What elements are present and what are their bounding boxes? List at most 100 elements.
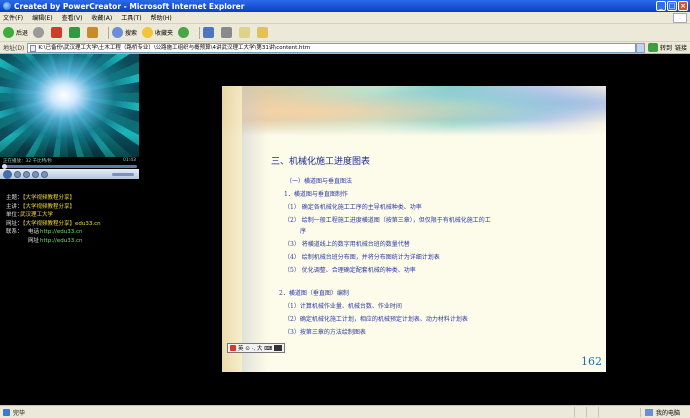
info-key: 主题： [6, 195, 23, 201]
slide-line: 2．横道图（垂直图）编制 [279, 290, 349, 297]
edit-icon [239, 27, 251, 38]
previous-button[interactable] [23, 170, 30, 178]
player-status-text: 正在播放：32 千比特/秒 [3, 158, 53, 164]
info-spacer [20, 228, 28, 237]
ime-text: 英 ⊙ ·, 大 ⌨ [238, 346, 273, 352]
print-button[interactable] [221, 26, 234, 40]
slide-line: （2）确定机械化施工计划，相应的机械预定计划表、动力材料计划表 [284, 316, 468, 323]
slide-page-number: 162 [581, 355, 602, 368]
forward-button[interactable] [33, 26, 46, 40]
address-label: 地址(D) [3, 45, 25, 52]
slide-line: （1） 确定各机械化施工工序的主导机械种类、功率 [284, 204, 422, 211]
folder-button[interactable] [257, 26, 270, 40]
course-info: 主题： 【大学视频教程分享】 主讲： 【大学视频教程分享】 单位： 武汉理工大学… [6, 194, 101, 245]
play-pause-button[interactable] [3, 169, 12, 179]
player-status: 正在播放：32 千比特/秒 01:43 [0, 157, 139, 164]
info-value: 武汉理工大学 [20, 212, 54, 218]
video-panel: 正在播放：32 千比特/秒 01:43 主题： 【大学视频教程分享】 主讲： 【… [0, 54, 139, 405]
slide-header-banner [222, 86, 606, 136]
contact-key: 网址 [28, 237, 40, 244]
slide-line: （3） 将横道线上的数字用机械台班的数量代替 [284, 241, 410, 248]
back-arrow-icon [3, 27, 14, 38]
info-key: 单位： [6, 212, 23, 218]
computer-icon [644, 409, 653, 416]
status-cell [598, 407, 610, 417]
back-button[interactable]: 后退 [3, 26, 28, 40]
go-label: 转到 [659, 45, 672, 52]
mute-button[interactable] [41, 170, 48, 178]
seek-bar[interactable] [2, 164, 137, 169]
back-label: 后退 [16, 30, 29, 37]
lecture-slide: 三、机械化施工进度图表 （一）横道图与垂直图法 1．横道图与垂直图制作 （1） … [222, 86, 606, 372]
keyboard-icon [274, 345, 283, 351]
address-bar: 地址(D) K:\已备份\武汉理工大学\土木工程（路桥专业）\公路施工组织与概预… [0, 42, 690, 54]
next-button[interactable] [32, 170, 39, 178]
links-button[interactable]: 链接 [675, 43, 687, 52]
search-button[interactable]: 搜索 [112, 26, 137, 40]
maximize-button[interactable]: □ [667, 1, 677, 11]
stop-button[interactable] [51, 26, 64, 40]
menu-help[interactable]: 帮助(H) [151, 13, 172, 22]
ime-toolbar[interactable]: 英 ⊙ ·, 大 ⌨ [227, 343, 286, 353]
contact-link[interactable]: http://edu33.cn [40, 228, 82, 237]
menu-edit[interactable]: 编辑(E) [32, 13, 52, 22]
info-value: 【大学视频教程分享】 [20, 195, 76, 201]
address-input[interactable]: K:\已备份\武汉理工大学\土木工程（路桥专业）\公路施工组织与概预算\4讲武汉… [27, 42, 636, 53]
status-bar: 完毕 我的电脑 [0, 405, 690, 418]
menu-favorites[interactable]: 收藏(A) [91, 13, 112, 22]
mail-button[interactable] [203, 26, 216, 40]
slide-panel: 三、机械化施工进度图表 （一）横道图与垂直图法 1．横道图与垂直图制作 （1） … [139, 54, 690, 405]
refresh-button[interactable] [69, 26, 82, 40]
menu-tools[interactable]: 工具(T) [121, 13, 141, 22]
slide-line: （2） 绘制一般工程施工进度横道图（按第三章），但仅限于有机械化施工的工 [284, 217, 491, 224]
folder-icon [257, 27, 269, 38]
stop-playback-button[interactable] [14, 170, 21, 178]
info-key: 联系： [6, 229, 23, 235]
toolbar-separator [108, 26, 110, 39]
address-dropdown-button[interactable] [635, 42, 645, 53]
favorites-button[interactable]: 收藏夹 [142, 26, 173, 40]
slide-band-decoration [242, 86, 268, 372]
edit-button[interactable] [239, 26, 252, 40]
favorites-label: 收藏夹 [155, 30, 174, 37]
slide-line: （一）横道图与垂直图法 [286, 178, 353, 185]
player-time: 01:43 [123, 158, 136, 163]
minimize-button[interactable]: _ [656, 1, 666, 11]
info-key: 主讲： [6, 203, 23, 210]
stop-icon [51, 27, 63, 38]
security-zone: 我的电脑 [639, 408, 680, 417]
info-row-contact: 网址 http://edu33.cn [6, 237, 101, 246]
info-row-contact: 联系： 电话 http://edu33.cn [6, 228, 101, 237]
page-icon [30, 44, 37, 52]
lecture-video[interactable] [0, 54, 139, 157]
contact-link[interactable]: http://edu33.cn [40, 237, 82, 246]
page-done-icon [3, 408, 10, 416]
star-icon [142, 27, 154, 38]
status-cell [586, 407, 598, 417]
status-text: 完毕 [13, 409, 26, 417]
mail-icon [203, 27, 215, 38]
toolbar-separator [199, 26, 201, 39]
volume-slider[interactable] [112, 172, 134, 176]
toolbar: 后退 搜索 收藏夹 [0, 24, 690, 42]
contact-key: 电话 [28, 229, 40, 235]
close-button[interactable]: × [678, 1, 688, 11]
media-icon [178, 27, 190, 38]
browser-window: Created by PowerCreator - Microsoft Inte… [0, 0, 690, 418]
ie-logo-icon [3, 2, 11, 10]
zone-label: 我的电脑 [655, 410, 680, 417]
info-key: 网址： [6, 220, 23, 227]
media-button[interactable] [178, 26, 191, 40]
go-button[interactable]: 转到 [647, 43, 672, 52]
home-icon [87, 27, 99, 38]
slide-sidebar-decoration [222, 86, 242, 372]
address-value: K:\已备份\武汉理工大学\土木工程（路桥专业）\公路施工组织与概预算\4讲武汉… [38, 44, 311, 51]
home-button[interactable] [87, 26, 100, 40]
menu-view[interactable]: 查看(V) [62, 13, 83, 22]
slide-line: （1）计算机械作业量、机械台数、作业时间 [284, 303, 402, 310]
printer-icon [221, 27, 233, 38]
menu-file[interactable]: 文件(F) [3, 13, 23, 22]
player-controls [0, 169, 139, 179]
ime-logo-icon [230, 345, 236, 351]
search-icon [112, 27, 124, 38]
